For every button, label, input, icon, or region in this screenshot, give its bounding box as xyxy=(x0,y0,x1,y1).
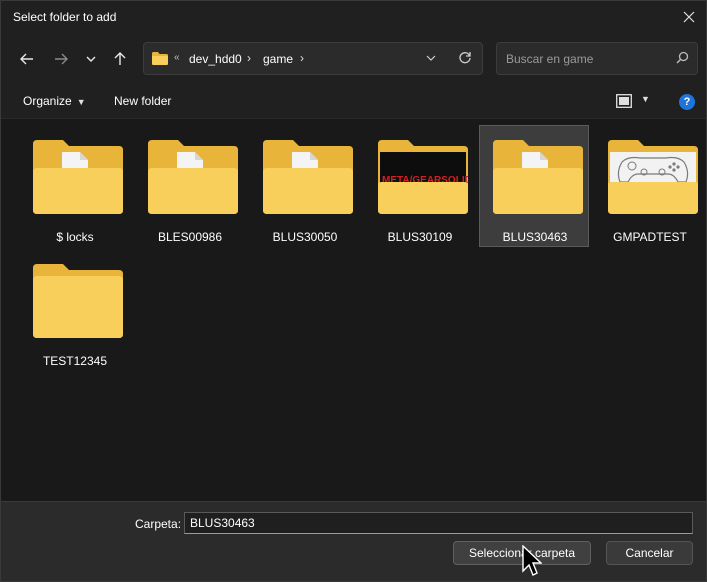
folder-label: Carpeta: xyxy=(135,517,182,531)
folder-item-selected[interactable]: BLUS30463 xyxy=(479,125,589,247)
cancel-button[interactable]: Cancelar xyxy=(606,541,693,565)
back-button[interactable] xyxy=(15,47,39,71)
folder-item[interactable]: TEST12345 xyxy=(19,249,129,371)
chevron-down-icon xyxy=(426,55,436,61)
close-icon xyxy=(683,11,695,23)
help-icon[interactable]: ? xyxy=(679,94,695,110)
overflow-chevron-icon[interactable]: « xyxy=(174,52,180,63)
arrow-left-icon xyxy=(20,53,33,65)
view-options-caret-icon[interactable]: ▼ xyxy=(641,94,650,104)
folder-item[interactable]: BLUS30050 xyxy=(249,125,359,247)
folder-name: BLUS30050 xyxy=(272,230,338,244)
select-folder-button[interactable]: Seleccionar carpeta xyxy=(453,541,591,565)
title-bar: Select folder to add xyxy=(1,1,706,33)
window-title: Select folder to add xyxy=(13,10,117,24)
folder-with-controller-icon xyxy=(608,140,698,214)
refresh-icon xyxy=(459,52,471,64)
folder-with-document-icon xyxy=(263,140,353,214)
search-box[interactable] xyxy=(496,42,698,75)
folder-with-document-icon xyxy=(148,140,238,214)
folder-with-game-banner-icon: META/GEARSOLID xyxy=(378,140,468,214)
folder-with-document-icon xyxy=(33,140,123,214)
navigation-bar: « dev_hdd0 › game › xyxy=(1,33,706,83)
forward-button[interactable] xyxy=(49,47,73,71)
folder-name: $ locks xyxy=(56,230,94,244)
search-input[interactable] xyxy=(497,43,667,74)
folder-name: TEST12345 xyxy=(42,354,108,368)
folder-name-input[interactable] xyxy=(184,512,693,534)
caret-down-icon: ▼ xyxy=(76,97,86,107)
view-layout-icon[interactable] xyxy=(616,94,632,108)
dialog-footer: Carpeta: Seleccionar carpeta Cancelar xyxy=(1,501,706,581)
arrow-up-icon xyxy=(114,52,126,65)
folder-name: BLUS30109 xyxy=(387,230,453,244)
up-button[interactable] xyxy=(108,47,132,71)
recent-locations-button[interactable] xyxy=(79,47,103,71)
breadcrumb-separator-icon[interactable]: › xyxy=(247,51,251,65)
file-list[interactable]: $ locks BLES00986 BLUS30050 META/GEARSOL xyxy=(1,119,706,501)
folder-item[interactable]: META/GEARSOLID BLUS30109 xyxy=(364,125,474,247)
chevron-down-icon xyxy=(86,56,96,62)
folder-item[interactable]: BLES00986 xyxy=(134,125,244,247)
folder-name: BLUS30463 xyxy=(502,230,568,244)
search-icon[interactable] xyxy=(676,51,689,67)
dialog-window: Select folder to add « dev_hdd0 › game › xyxy=(0,0,707,582)
organize-label: Organize xyxy=(23,94,72,108)
arrow-right-icon xyxy=(55,53,68,65)
refresh-button[interactable] xyxy=(458,51,472,68)
folder-icon xyxy=(152,52,168,65)
folder-icon xyxy=(33,264,123,338)
folder-item[interactable]: $ locks xyxy=(19,125,129,247)
address-bar[interactable]: « dev_hdd0 › game › xyxy=(143,42,483,75)
new-folder-button[interactable]: New folder xyxy=(114,94,171,108)
folder-item[interactable]: GMPADTEST xyxy=(594,125,704,247)
close-button[interactable] xyxy=(678,6,700,28)
organize-button[interactable]: Organize ▼ xyxy=(23,94,86,108)
breadcrumb-separator-icon[interactable]: › xyxy=(300,51,304,65)
folder-name: BLES00986 xyxy=(157,230,223,244)
breadcrumb-game[interactable]: game xyxy=(263,52,293,66)
address-dropdown-button[interactable] xyxy=(426,52,436,66)
folder-with-document-icon xyxy=(493,140,583,214)
command-bar: Organize ▼ New folder ▼ xyxy=(1,83,706,119)
breadcrumb-dev-hdd0[interactable]: dev_hdd0 xyxy=(189,52,242,66)
folder-name: GMPADTEST xyxy=(613,230,687,244)
